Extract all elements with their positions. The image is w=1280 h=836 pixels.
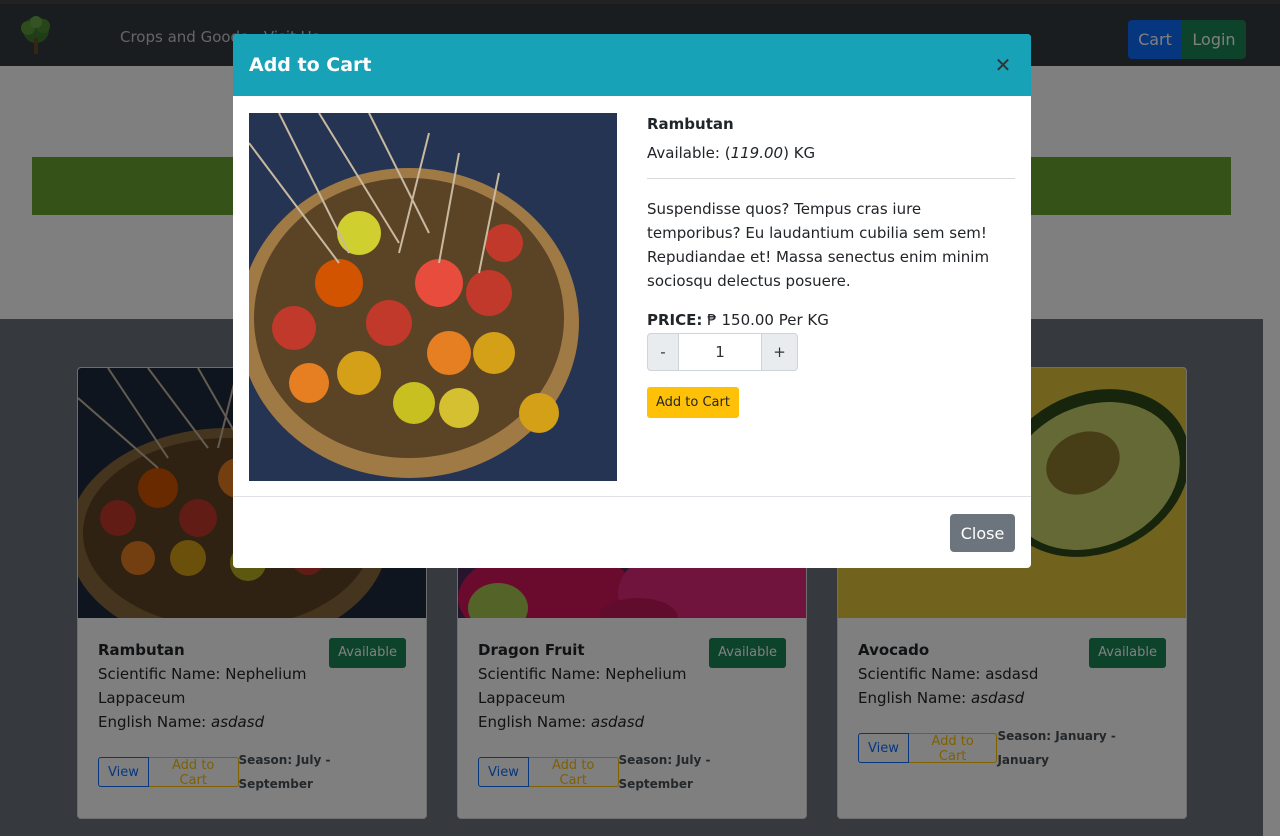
- price-line: PRICE: ₱ 150.00 Per KG: [647, 311, 829, 329]
- modal-body: Rambutan Available: (119.00) KG Suspendi…: [233, 96, 1031, 497]
- close-icon[interactable]: ✕: [991, 53, 1015, 77]
- add-to-cart-submit-button[interactable]: Add to Cart: [647, 387, 739, 418]
- modal-footer: Close: [233, 497, 1031, 567]
- modal-header: Add to Cart ✕: [233, 34, 1031, 96]
- modal-product-name: Rambutan: [647, 115, 734, 133]
- divider: [647, 178, 1015, 179]
- quantity-input[interactable]: [679, 333, 761, 371]
- decrease-quantity-button[interactable]: -: [647, 333, 679, 371]
- close-button[interactable]: Close: [950, 514, 1015, 552]
- increase-quantity-button[interactable]: +: [761, 333, 798, 371]
- product-description: Suspendisse quos? Tempus cras iure tempo…: [647, 200, 990, 290]
- quantity-stepper: - +: [647, 333, 1015, 371]
- modal-title: Add to Cart: [249, 54, 372, 76]
- add-to-cart-modal: Add to Cart ✕ Rambutan Available: (119.0…: [233, 34, 1031, 568]
- available-quantity: Available: (119.00) KG: [647, 144, 816, 162]
- product-image: [249, 113, 617, 481]
